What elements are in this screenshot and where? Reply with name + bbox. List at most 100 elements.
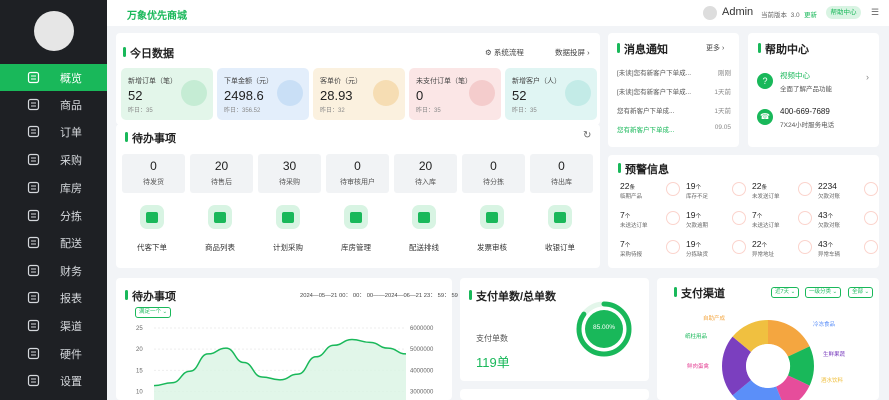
help-card: 帮助中心 ? 视频中心 全面了解产品功能 › ☎ 400-669-7689 7X…	[748, 33, 879, 147]
warning-ring-icon	[666, 240, 680, 254]
stat-card[interactable]: 新增客户（人） 52 昨日：35	[505, 68, 597, 120]
system-flow-label: 系统流程	[493, 48, 524, 57]
warning-item[interactable]: 19个 欠款逾期	[686, 210, 748, 233]
warning-ring-icon	[732, 211, 746, 225]
sidebar-item-order[interactable]: 订单	[0, 118, 107, 145]
report-icon	[27, 291, 40, 304]
sidebar-item-goods[interactable]: 商品	[0, 91, 107, 118]
sidebar-item-settings[interactable]: 设置	[0, 367, 107, 394]
todo-item[interactable]: 20 待入库	[394, 154, 457, 193]
message-text: 您有新客户下单成...	[617, 108, 675, 115]
phone-number[interactable]: 400-669-7689	[780, 107, 830, 116]
warning-item[interactable]: 19个 分拣缺货	[686, 239, 748, 262]
sidebar-item-delivery[interactable]: 配送	[0, 229, 107, 256]
system-flow-link[interactable]: ⚙ 系统流程	[485, 47, 524, 58]
warning-item[interactable]: 22个 异常地址	[752, 239, 814, 262]
warning-unit: 条	[629, 185, 635, 191]
list-icon	[208, 205, 232, 229]
chevron-right-icon[interactable]: ›	[866, 72, 869, 82]
todo-item[interactable]: 0 待审核用户	[326, 154, 389, 193]
more-link[interactable]: 更多 ›	[706, 43, 724, 53]
warning-item[interactable]: 7个 未送达订单	[620, 210, 682, 233]
invoice-icon	[480, 205, 504, 229]
stat-yesterday: 昨日：32	[320, 108, 345, 114]
cashier-icon	[548, 205, 572, 229]
stat-yesterday: 昨日：35	[512, 108, 537, 114]
warning-item[interactable]: 7个 未送达订单	[752, 210, 814, 233]
message-text: 您有新客户下单成...	[617, 127, 675, 134]
help-title: 帮助中心	[758, 41, 809, 57]
stat-illustration-icon	[373, 80, 399, 106]
settings-icon	[27, 374, 40, 387]
warning-item[interactable]: 2234 欠款对账	[818, 181, 880, 204]
todo-title: 待办事项	[125, 130, 176, 146]
quick-action[interactable]: 代客下单	[120, 205, 184, 253]
data-screen-link[interactable]: 数据投屏 ›	[555, 47, 590, 58]
data-screen-label: 数据投屏	[555, 48, 585, 57]
order-icon	[27, 125, 40, 138]
user-name[interactable]: Admin	[722, 6, 753, 18]
quick-action[interactable]: 商品列表	[188, 205, 252, 253]
warning-item[interactable]: 7个 采购待报	[620, 239, 682, 262]
quick-action[interactable]: 库房管理	[324, 205, 388, 253]
sidebar-item-overview[interactable]: 概览	[0, 64, 107, 91]
sidebar-item-hardware[interactable]: 硬件	[0, 340, 107, 367]
more-label: 更多	[706, 45, 720, 52]
sidebar-item-label: 概览	[60, 72, 82, 85]
stat-illustration-icon	[565, 80, 591, 106]
warning-item[interactable]: 43个 欠款对账	[818, 210, 880, 233]
sidebar-item-finance[interactable]: 财务	[0, 257, 107, 284]
quick-action-label: 商品列表	[205, 243, 235, 252]
todo-item[interactable]: 0 待分拣	[462, 154, 525, 193]
warning-item[interactable]: 43个 异常车辆	[818, 239, 880, 262]
avatar[interactable]	[703, 6, 717, 20]
sidebar-item-channel[interactable]: 渠道	[0, 312, 107, 339]
area-fill	[154, 339, 406, 400]
sidebar: 概览商品订单 采购 库房 分拣 配送 财务 报表渠道硬件 设置	[0, 0, 107, 400]
pay-value: 119单	[476, 355, 510, 370]
quick-action[interactable]: 收银订单	[528, 205, 592, 253]
sidebar-item-report[interactable]: 报表	[0, 284, 107, 311]
sidebar-item-sorting[interactable]: 分拣	[0, 202, 107, 229]
message-time: 1天前	[714, 108, 731, 115]
sidebar-item-label: 渠道	[60, 320, 82, 333]
refresh-icon[interactable]: ↻	[583, 130, 591, 141]
quick-action[interactable]: 配送排线	[392, 205, 456, 253]
warning-item[interactable]: 22条 临期产品	[620, 181, 682, 204]
help-center-button[interactable]: 帮助中心	[826, 6, 861, 19]
sidebar-item-label: 商品	[60, 99, 82, 112]
stat-card[interactable]: 下单金额（元） 2498.6 昨日：356.52	[217, 68, 309, 120]
todo-item[interactable]: 0 待出库	[530, 154, 593, 193]
video-center-link[interactable]: 视频中心	[780, 70, 810, 81]
pie-label: 生鲜果蔬	[823, 350, 846, 358]
stat-card[interactable]: 客单价（元） 28.93 昨日：32	[313, 68, 405, 120]
todo-item[interactable]: 20 待售后	[190, 154, 253, 193]
todo-item[interactable]: 0 待发货	[122, 154, 185, 193]
todo-count: 0	[354, 159, 361, 173]
sidebar-item-purchase[interactable]: 采购	[0, 146, 107, 173]
stat-yesterday: 昨日：35	[416, 108, 441, 114]
stat-illustration-icon	[469, 80, 495, 106]
y-axis-right-tick: 5000000	[410, 347, 434, 353]
version-info: 当前版本 3.0	[761, 9, 800, 19]
quick-action[interactable]: 发票审核	[460, 205, 524, 253]
warning-item[interactable]: 19个 库存不足	[686, 181, 748, 204]
warning-unit: 个	[756, 214, 763, 220]
chevron-right-icon: ›	[587, 48, 590, 57]
warning-unit: 条	[761, 185, 767, 191]
sidebar-item-warehouse[interactable]: 库房	[0, 174, 107, 201]
pay-label: 支付单数	[476, 334, 508, 343]
todo-item[interactable]: 30 待采购	[258, 154, 321, 193]
quick-action[interactable]: 计划采购	[256, 205, 320, 253]
warning-item[interactable]: 22条 未发送订单	[752, 181, 814, 204]
pie-label: 酒水饮料	[821, 376, 844, 384]
stat-card[interactable]: 新增订单（笔） 52 昨日：35	[121, 68, 213, 120]
quick-action-label: 计划采购	[273, 243, 303, 252]
update-link[interactable]: 更新	[804, 9, 817, 19]
todo-label: 待分拣	[483, 179, 504, 186]
warning-ring-icon	[798, 240, 812, 254]
chevron-right-icon: ›	[721, 45, 725, 52]
todo-label: 待售后	[211, 179, 232, 186]
stat-card[interactable]: 未支付订单（笔） 0 昨日：35	[409, 68, 501, 120]
menu-icon[interactable]: ☰	[871, 7, 882, 17]
